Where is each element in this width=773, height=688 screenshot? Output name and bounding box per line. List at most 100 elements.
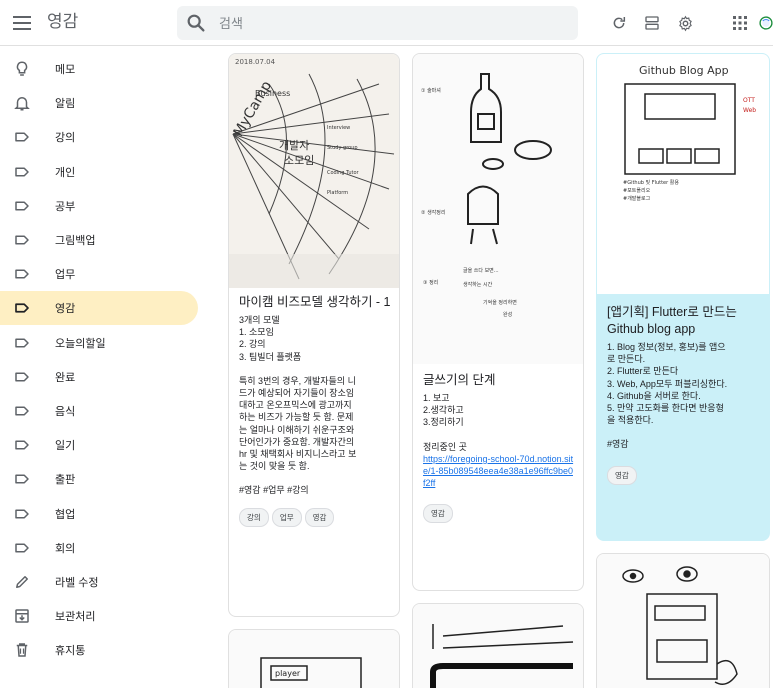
- note-card[interactable]: [596, 553, 770, 688]
- sidebar-item-label: 라벨 수정: [55, 577, 99, 589]
- sidebar-item[interactable]: 알림: [0, 86, 198, 120]
- sidebar-item[interactable]: 그림백업: [0, 223, 198, 257]
- sketch-date: 2018.07.04: [235, 58, 276, 66]
- label-icon: [13, 539, 31, 557]
- note-sketch-image: 2018.07.04 Business MyCamp 개발자 소모임 Inter…: [229, 54, 399, 288]
- sidebar-item-label: 회의: [55, 542, 76, 555]
- note-card[interactable]: player: [228, 629, 400, 688]
- sidebar-item[interactable]: 강의: [0, 120, 198, 154]
- svg-text:Study group: Study group: [327, 145, 358, 151]
- note-text: 3개의 모델 1. 소모임 2. 강의 3. 팀빌더 플랫폼 특히 3번의 경우, 개발…: [239, 314, 391, 497]
- note-text-line: 3.정리하기: [423, 417, 464, 428]
- svg-text:#개발블로그: #개발블로그: [623, 195, 651, 202]
- note-text-line: 2. 강의: [239, 339, 266, 350]
- svg-text:OTT: OTT: [743, 97, 755, 104]
- notion-link[interactable]: https://foregoing-school-70d.notion.site…: [423, 453, 575, 490]
- note-card[interactable]: 2018.07.04 Business MyCamp 개발자 소모임 Inter…: [228, 53, 400, 617]
- svg-text:Interview: Interview: [327, 125, 350, 131]
- label-chip[interactable]: 영감: [607, 465, 637, 485]
- sidebar-item-label: 알림: [55, 98, 76, 111]
- sidebar-item[interactable]: 메모: [0, 52, 198, 86]
- label-icon: [13, 128, 31, 146]
- sidebar-item[interactable]: 오늘의할일: [0, 326, 198, 360]
- svg-text:#Github 및 Flutter 활용: #Github 및 Flutter 활용: [623, 179, 679, 186]
- note-text-line: #영감: [607, 439, 629, 450]
- note-text-line: 1. Blog 정보(정보, 홍보)를 앱으: [607, 342, 726, 352]
- note-text-line: 1. 소모임: [239, 327, 274, 338]
- sidebar-item[interactable]: 완료: [0, 360, 198, 394]
- sidebar-item[interactable]: 출판: [0, 462, 198, 496]
- sidebar-item[interactable]: 일기: [0, 428, 198, 462]
- sidebar-item-label: 공부: [55, 200, 76, 213]
- note-sketch-image: ① 술마셔 ② 생각정리 ③ 정리 글을 쓰다 보면... 생각하는 시간 기억…: [413, 54, 583, 364]
- label-chip[interactable]: 강의: [239, 507, 269, 527]
- svg-text:① 술마셔: ① 술마셔: [421, 87, 441, 94]
- note-text-line: 5. 만약 고도화를 한다면 반응형: [607, 403, 724, 414]
- sidebar-item-label: 완료: [55, 371, 76, 384]
- svg-text:Platform: Platform: [327, 190, 348, 196]
- sidebar-item-label: 강의: [55, 132, 76, 145]
- note-text-line: 대하고 온오프믹스에 광고까지: [239, 400, 352, 411]
- note-text-line: 정리중인 곳: [423, 441, 467, 452]
- search-input[interactable]: [219, 6, 559, 40]
- sidebar-item-label: 업무: [55, 269, 76, 282]
- sidebar-item-label: 휴지통: [55, 645, 86, 658]
- note-text-line: [423, 429, 575, 441]
- note-text-line: 로 만든다.: [607, 354, 646, 365]
- svg-text:글을 쓰다 보면...: 글을 쓰다 보면...: [463, 267, 499, 274]
- list-view-icon[interactable]: [641, 12, 663, 34]
- bell-icon: [13, 94, 31, 112]
- note-text-line: 1. 보고: [423, 393, 450, 403]
- label-chip[interactable]: 영감: [304, 507, 335, 527]
- svg-text:기억을 정리하면: 기억을 정리하면: [483, 299, 517, 306]
- label-icon: [13, 231, 31, 249]
- note-text-line: #영감 #업무 #강의: [239, 485, 309, 496]
- sketch-title: Github Blog App: [639, 64, 729, 77]
- note-title: 마이캠 비즈모델 생각하기 - 1: [239, 295, 391, 309]
- sidebar-item[interactable]: 휴지통: [0, 633, 198, 667]
- sidebar-item[interactable]: 영감: [0, 291, 198, 326]
- sidebar-item[interactable]: 음식: [0, 394, 198, 428]
- svg-text:② 생각정리: ② 생각정리: [421, 209, 445, 216]
- menu-icon[interactable]: [10, 11, 34, 35]
- sidebar-item[interactable]: 공부: [0, 189, 198, 223]
- sidebar-item[interactable]: 라벨 수정: [0, 565, 198, 599]
- label-icon: [13, 163, 31, 181]
- refresh-icon[interactable]: [608, 12, 630, 34]
- note-labels: 강의 업무 영감: [239, 507, 391, 527]
- label-chip[interactable]: 업무: [271, 507, 302, 527]
- note-text-line: 을 적용한다.: [607, 415, 654, 426]
- search-bar[interactable]: [177, 6, 578, 40]
- note-card[interactable]: Github Blog App OTT Web #Github 및 Flutter…: [596, 53, 770, 541]
- label-chip[interactable]: 영감: [423, 504, 453, 524]
- note-text-line: hr 및 채택회사 비지니스라고 보: [239, 449, 357, 460]
- sidebar-item[interactable]: 개인: [0, 155, 198, 189]
- top-app-bar: 영감: [0, 0, 773, 46]
- sidebar-item-label: 협업: [55, 508, 76, 521]
- label-icon: [13, 299, 31, 317]
- sidebar-item[interactable]: 협업: [0, 497, 198, 531]
- label-icon: [13, 334, 31, 352]
- account-icon[interactable]: [759, 10, 773, 36]
- svg-text:Web: Web: [743, 107, 756, 114]
- sidebar-item[interactable]: 보관처리: [0, 599, 198, 633]
- note-sketch-image: [597, 554, 769, 688]
- sidebar-item-label: 개인: [55, 166, 76, 179]
- apps-icon[interactable]: [729, 12, 751, 34]
- settings-icon[interactable]: [674, 12, 696, 34]
- sidebar-item-label: 보관처리: [55, 611, 96, 624]
- note-card[interactable]: [412, 603, 584, 688]
- note-text-line: 2.생각하고: [423, 405, 464, 416]
- label-icon: [13, 402, 31, 420]
- sidebar-item-label: 일기: [55, 440, 76, 453]
- sidebar-item[interactable]: 회의: [0, 531, 198, 565]
- sidebar-item[interactable]: 업무: [0, 257, 198, 291]
- page-title: 영감: [47, 12, 79, 31]
- search-icon[interactable]: [185, 12, 207, 34]
- note-card[interactable]: ① 술마셔 ② 생각정리 ③ 정리 글을 쓰다 보면... 생각하는 시간 기억…: [412, 53, 584, 591]
- svg-text:소모임: 소모임: [284, 154, 314, 167]
- note-text-line: [239, 363, 391, 375]
- sidebar-item-label: 영감: [55, 303, 76, 316]
- note-text-line: 는 것이 맞을 듯 함.: [239, 461, 310, 472]
- sidebar-item-label: 그림백업: [55, 235, 96, 247]
